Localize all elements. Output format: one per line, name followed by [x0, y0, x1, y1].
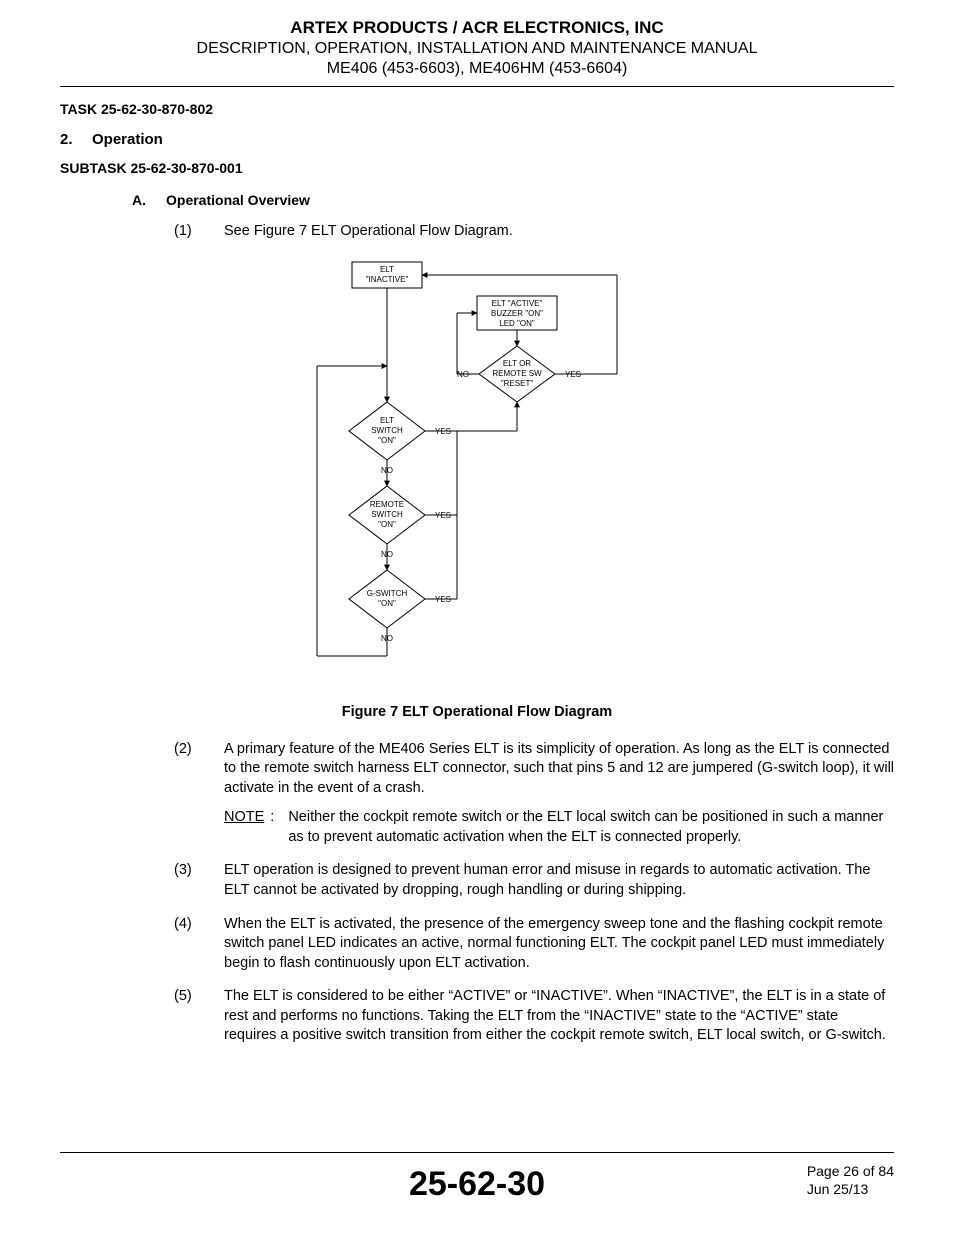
item-num: (5) [174, 987, 224, 1046]
svg-text:SWITCH: SWITCH [371, 510, 403, 519]
svg-text:ELT "ACTIVE": ELT "ACTIVE" [492, 299, 543, 308]
header-line-2: DESCRIPTION, OPERATION, INSTALLATION AND… [60, 40, 894, 58]
item-text: ELT operation is designed to prevent hum… [224, 861, 894, 900]
header-rule [60, 86, 894, 87]
item-num: (3) [174, 861, 224, 900]
svg-text:"RESET": "RESET" [501, 379, 534, 388]
section-heading: 2. Operation [60, 131, 894, 148]
subsection-a: A. Operational Overview [132, 192, 894, 208]
footer-section-number: 25-62-30 [409, 1165, 545, 1204]
section-title: Operation [92, 131, 163, 148]
item-2: (2) A primary feature of the ME406 Serie… [174, 740, 894, 848]
flow-diagram: ELT "INACTIVE" ELT "ACTIVE" BUZZER "ON" … [60, 256, 894, 686]
figure-caption: Figure 7 ELT Operational Flow Diagram [60, 704, 894, 720]
subsection-title: Operational Overview [166, 192, 310, 208]
svg-text:REMOTE SW: REMOTE SW [492, 369, 542, 378]
svg-text:"ON": "ON" [378, 436, 396, 445]
note-colon: : [270, 808, 274, 847]
note-label: NOTE [224, 808, 264, 847]
svg-text:SWITCH: SWITCH [371, 426, 403, 435]
page-header: ARTEX PRODUCTS / ACR ELECTRONICS, INC DE… [60, 18, 894, 78]
footer-rule [60, 1152, 894, 1153]
item-text: When the ELT is activated, the presence … [224, 915, 894, 974]
svg-text:ELT: ELT [380, 265, 394, 274]
svg-text:"ON": "ON" [378, 520, 396, 529]
svg-text:"INACTIVE": "INACTIVE" [366, 275, 409, 284]
item-4: (4) When the ELT is activated, the prese… [174, 915, 894, 974]
subsection-letter: A. [132, 192, 166, 208]
item-text: See Figure 7 ELT Operational Flow Diagra… [224, 222, 894, 242]
item-1: (1) See Figure 7 ELT Operational Flow Di… [174, 222, 894, 242]
note-text: Neither the cockpit remote switch or the… [288, 808, 894, 847]
svg-text:LED "ON": LED "ON" [499, 319, 535, 328]
footer-date: Jun 25/13 [807, 1181, 894, 1199]
item-5: (5) The ELT is considered to be either “… [174, 987, 894, 1046]
note-row: NOTE: Neither the cockpit remote switch … [224, 808, 894, 847]
svg-text:REMOTE: REMOTE [370, 500, 404, 509]
svg-text:G-SWITCH: G-SWITCH [367, 589, 408, 598]
svg-text:BUZZER "ON": BUZZER "ON" [491, 309, 543, 318]
svg-text:ELT OR: ELT OR [503, 359, 531, 368]
page-footer: 25-62-30 Page 26 of 84 Jun 25/13 [60, 1152, 894, 1211]
item-num: (4) [174, 915, 224, 974]
section-number: 2. [60, 131, 92, 148]
header-line-3: ME406 (453-6603), ME406HM (453-6604) [60, 60, 894, 78]
svg-text:ELT: ELT [380, 416, 394, 425]
header-line-1: ARTEX PRODUCTS / ACR ELECTRONICS, INC [60, 18, 894, 38]
svg-text:"ON": "ON" [378, 599, 396, 608]
page: ARTEX PRODUCTS / ACR ELECTRONICS, INC DE… [0, 0, 954, 1235]
item-text: A primary feature of the ME406 Series EL… [224, 741, 894, 796]
item-num: (2) [174, 740, 224, 848]
item-3: (3) ELT operation is designed to prevent… [174, 861, 894, 900]
subtask-id: SUBTASK 25-62-30-870-001 [60, 160, 894, 176]
flow-diagram-svg: ELT "INACTIVE" ELT "ACTIVE" BUZZER "ON" … [297, 256, 657, 686]
task-id: TASK 25-62-30-870-802 [60, 101, 894, 117]
item-num: (1) [174, 222, 224, 242]
footer-page: Page 26 of 84 [807, 1163, 894, 1181]
item-text: The ELT is considered to be either “ACTI… [224, 987, 894, 1046]
